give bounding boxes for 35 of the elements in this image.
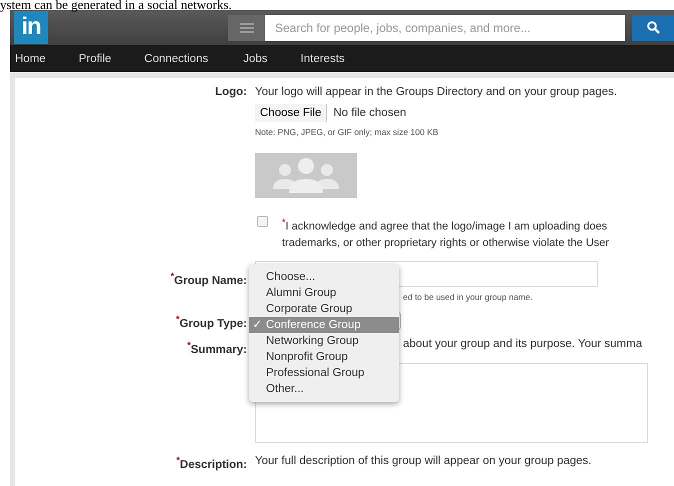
dropdown-option[interactable]: Alumni Group [249, 285, 399, 301]
field-label: $^{*}$Group Name: [170, 270, 247, 288]
nav-link[interactable]: Connections [144, 52, 208, 64]
dropdown-option[interactable]: Networking Group [249, 333, 399, 349]
logo[interactable]: in [14, 11, 48, 44]
nav-link[interactable]: Interests [300, 52, 345, 64]
acknowledge-text: trademarks, or other proprietary rights or otherwise violate the User [282, 236, 610, 251]
summary-description: about your group and its purpose. Your summa [403, 338, 642, 350]
dropdown-option[interactable]: Professional Group [249, 365, 399, 381]
logo-description: Your logo will appear in the Groups Directory and on your group pages. [255, 86, 618, 98]
choose-file-button[interactable]: Choose File [255, 104, 328, 122]
dropdown-option[interactable]: Other... [249, 381, 399, 397]
acknowledge-text: $^{*}$I acknowledge and agree that the logo/image I am uploading does [282, 216, 608, 235]
group-avatar-icon [255, 153, 357, 198]
field-label: $^{*}$Description: [175, 454, 247, 470]
nav-link[interactable]: Home [15, 52, 46, 64]
dropdown-option[interactable]: Nonprofit Group [249, 349, 399, 365]
document-caption: ystem can be generated in a social networks. [0, 0, 233, 10]
group-name-hint: ed to be used in your group name. [403, 292, 532, 302]
search-field[interactable]: Search for people, jobs, companies, and more... [265, 14, 625, 40]
field-label: $^{*}$Group Type: [174, 312, 247, 330]
field-label: Logo: [214, 86, 247, 100]
file-status: No file chosen [333, 107, 406, 119]
field-label: $^{*}$Summary: [186, 338, 247, 358]
search-icon [646, 21, 660, 34]
menu-icon [240, 22, 254, 32]
file-note: Note: PNG, JPEG, or GIF only; max size 100 KB [255, 127, 438, 137]
description-text: Your full description of this group will appear on your group pages. [255, 454, 592, 467]
nav-link[interactable]: Profile [78, 52, 112, 64]
menu-button[interactable] [228, 14, 265, 40]
acknowledge-checkbox[interactable] [257, 216, 268, 227]
dropdown-option[interactable]: Corporate Group [249, 301, 399, 317]
nav-link[interactable]: Jobs [243, 52, 268, 64]
dropdown-option[interactable]: Choose... [249, 269, 399, 285]
search-button[interactable] [632, 14, 674, 40]
